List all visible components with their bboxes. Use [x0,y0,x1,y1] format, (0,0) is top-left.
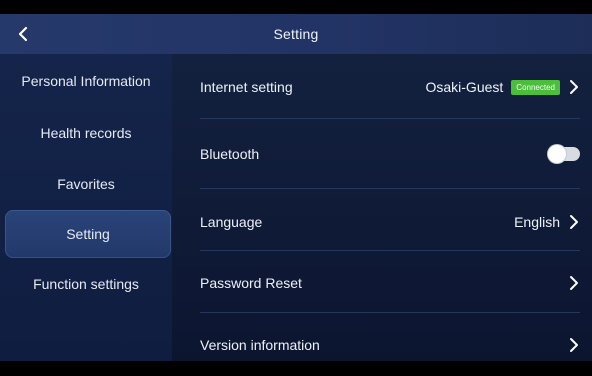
chevron-right-icon [568,79,580,95]
sidebar-item-health-records[interactable]: Health records [0,113,172,153]
sidebar-item-label: Favorites [57,176,115,192]
connection-status-badge: Connected [511,79,560,95]
app-window: Setting Personal Information Health reco… [0,0,592,361]
divider [200,250,580,251]
toggle-knob [548,145,566,163]
bluetooth-row: Bluetooth [200,123,580,185]
back-button[interactable] [18,14,46,54]
language-row[interactable]: Language English [200,191,580,253]
sidebar-item-label: Setting [66,226,110,242]
bluetooth-label: Bluetooth [200,146,260,162]
password-reset-label: Password Reset [200,275,302,291]
language-label: Language [200,214,263,230]
internet-setting-label: Internet setting [200,79,293,95]
chevron-left-icon [18,26,28,42]
sidebar-item-function-settings[interactable]: Function settings [0,264,172,304]
sidebar-item-label: Function settings [33,276,139,292]
title-bar: Setting [0,14,592,54]
chevron-right-icon [568,275,580,291]
version-information-row[interactable]: Version information [200,314,580,376]
version-information-label: Version information [200,337,320,353]
divider [200,118,580,119]
internet-setting-row[interactable]: Internet setting Osaki-Guest Connected [200,56,580,118]
password-reset-row[interactable]: Password Reset [200,252,580,314]
language-value: English [514,214,560,230]
sidebar-item-label: Personal Information [21,73,151,89]
bluetooth-toggle[interactable] [548,145,580,163]
sidebar: Personal Information Health records Favo… [0,54,172,361]
page-title: Setting [273,26,319,42]
sidebar-item-favorites[interactable]: Favorites [0,164,172,204]
sidebar-item-personal-information[interactable]: Personal Information [0,61,172,101]
chevron-right-icon [568,337,580,353]
sidebar-item-label: Health records [40,125,132,141]
divider [200,312,580,313]
settings-list: Internet setting Osaki-Guest Connected B… [172,54,592,361]
chevron-right-icon [568,214,580,230]
network-name: Osaki-Guest [425,79,504,95]
divider [200,188,580,189]
sidebar-item-setting[interactable]: Setting [5,210,171,258]
